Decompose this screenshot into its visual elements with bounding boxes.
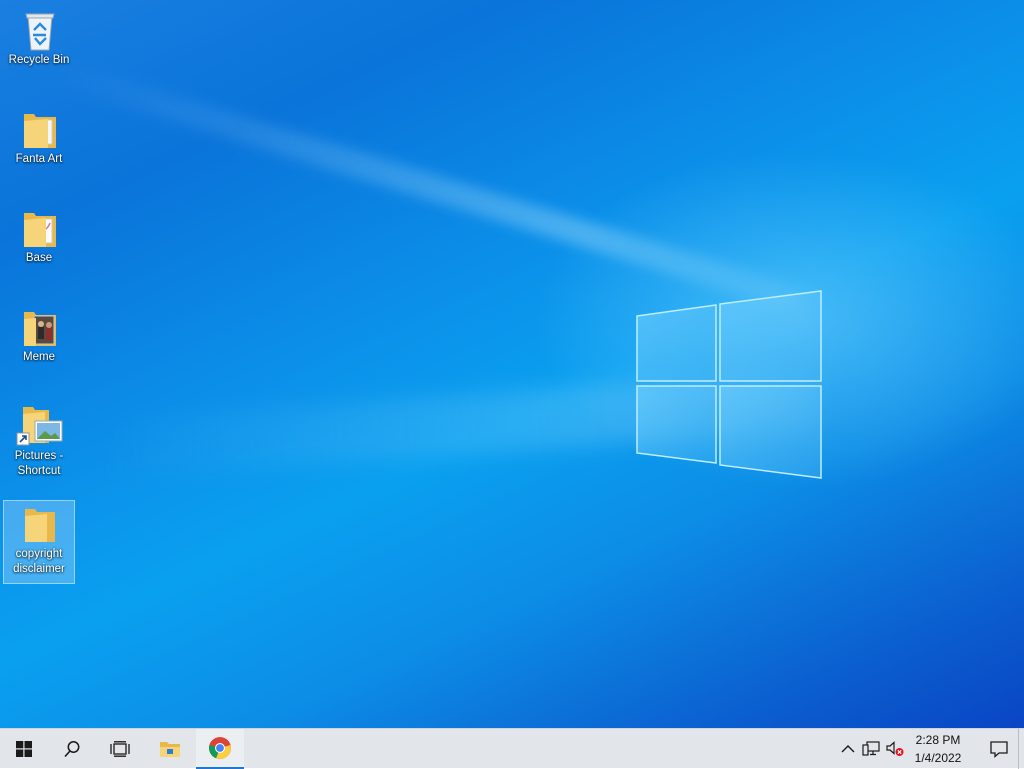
notification-icon [990, 741, 1008, 758]
clock-time: 2:28 PM [915, 733, 961, 747]
start-button[interactable] [0, 729, 48, 769]
task-view-button[interactable] [96, 729, 144, 769]
desktop-icon-label: Base [25, 252, 53, 264]
desktop-icon-label: copyright disclaimer [13, 548, 65, 575]
desktop[interactable]: Recycle Bin Fanta Art Base Meme Pictures… [0, 0, 1024, 728]
search-icon [64, 741, 80, 758]
desktop-icon-label: Meme [23, 351, 55, 363]
taskbar: 2:28 PM 1/4/2022 [0, 728, 1024, 769]
windows-logo-wallpaper [636, 290, 822, 479]
folder-icon [4, 501, 76, 547]
desktop-icon-recycle-bin[interactable]: Recycle Bin [3, 6, 75, 69]
desktop-icon-label: Recycle Bin [8, 54, 70, 66]
desktop-icon-pictures-shortcut[interactable]: Pictures - Shortcut [3, 402, 75, 480]
action-center-button[interactable] [988, 729, 1010, 769]
folder-icon [4, 304, 76, 350]
desktop-icon-meme[interactable]: Meme [3, 303, 75, 366]
task-view-icon [110, 741, 130, 757]
clock-date: 1/4/2022 [914, 751, 962, 765]
windows-logo-icon [16, 741, 32, 757]
desktop-icon-base[interactable]: Base [3, 204, 75, 267]
network-icon [862, 741, 880, 756]
file-explorer-button[interactable] [146, 729, 194, 769]
chrome-icon [209, 737, 231, 760]
volume-muted-icon [886, 741, 904, 756]
volume-button[interactable] [885, 739, 905, 759]
folder-icon [4, 106, 76, 152]
search-button[interactable] [48, 729, 96, 769]
recycle-bin-icon [4, 7, 76, 53]
desktop-icon-fanta-art[interactable]: Fanta Art [3, 105, 75, 168]
clock-area[interactable]: 2:28 PM 1/4/2022 [910, 731, 966, 767]
folder-shortcut-icon [4, 403, 76, 449]
chrome-taskbar-button[interactable] [196, 729, 244, 769]
desktop-icon-copyright-disclaimer[interactable]: copyright disclaimer [3, 500, 75, 584]
file-explorer-icon [160, 742, 180, 757]
desktop-icon-label: Fanta Art [15, 153, 63, 165]
folder-icon [4, 205, 76, 251]
chevron-up-icon [841, 745, 855, 753]
show-hidden-icons-button[interactable] [838, 739, 858, 759]
desktop-icon-label: Pictures - Shortcut [14, 450, 64, 477]
show-desktop-button[interactable] [1018, 729, 1024, 769]
network-button[interactable] [861, 739, 881, 759]
